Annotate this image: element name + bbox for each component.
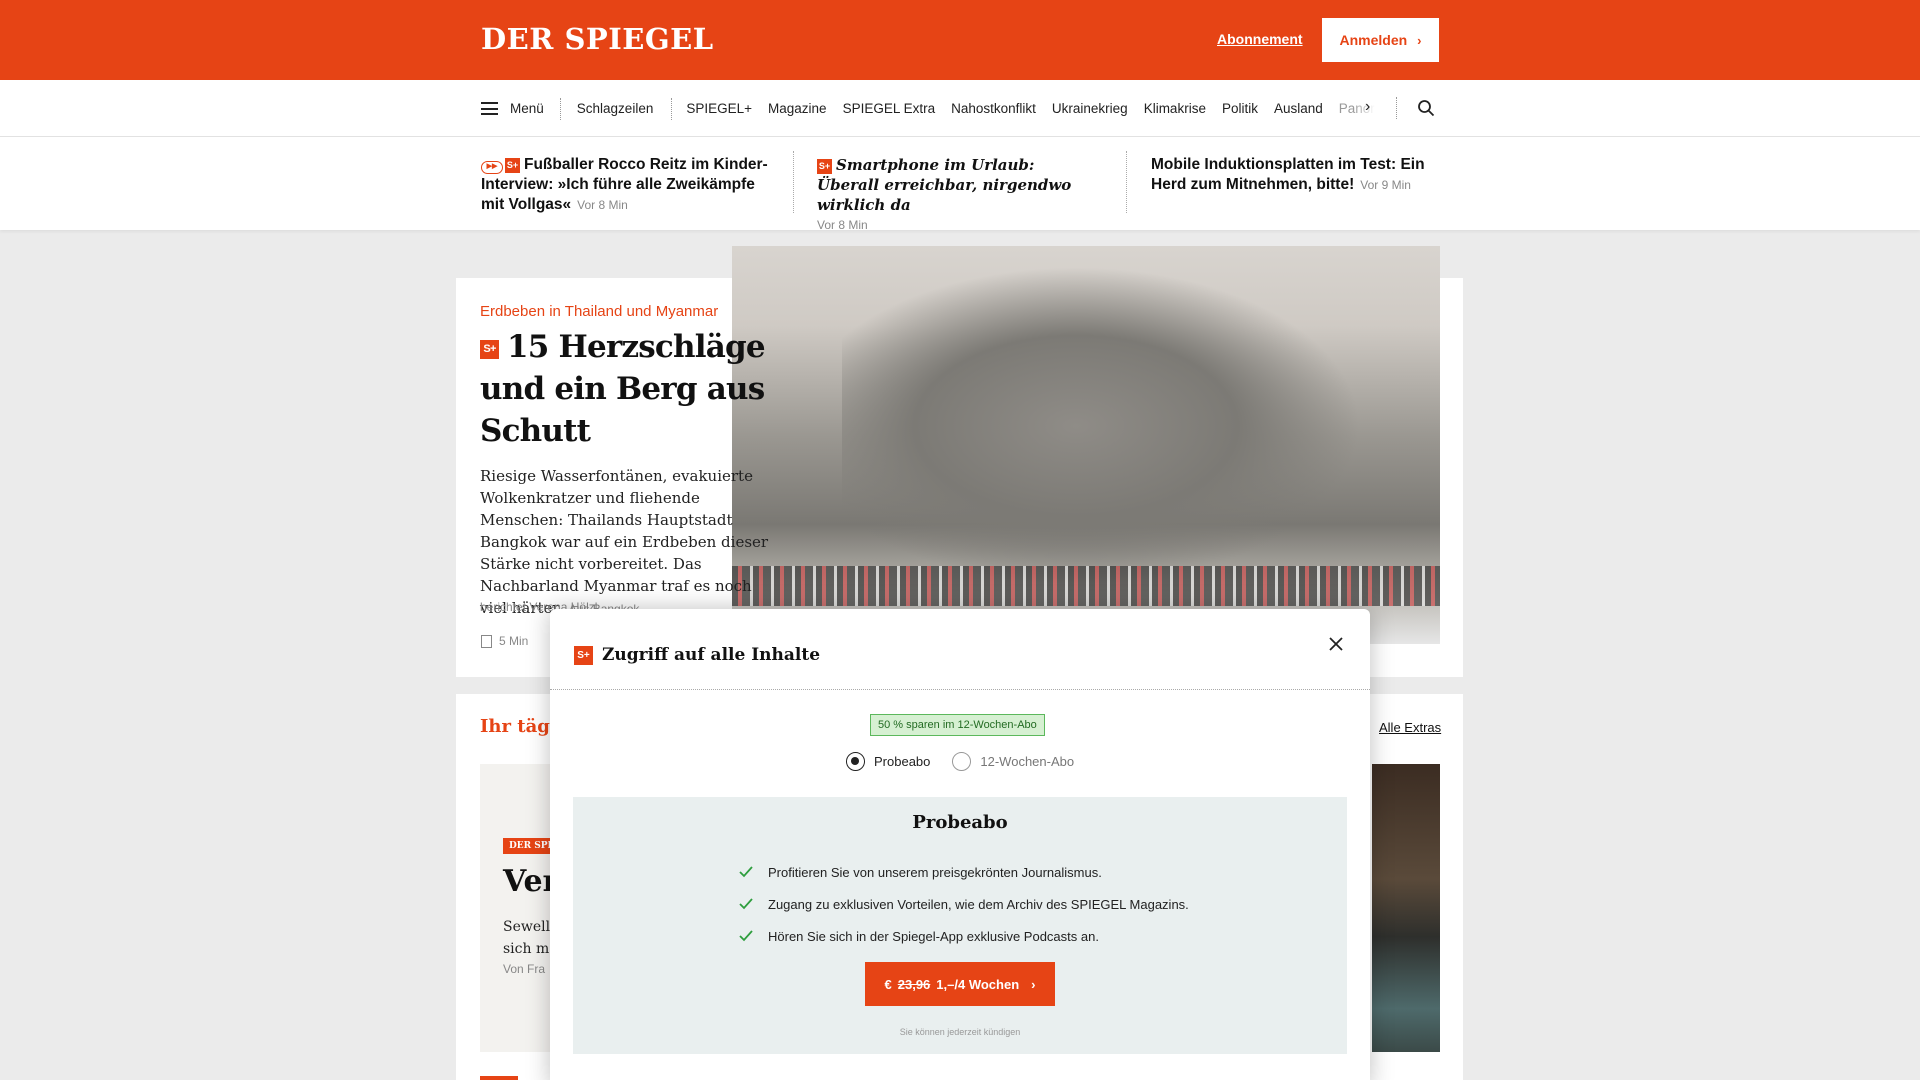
radio-selected-icon[interactable] bbox=[846, 752, 865, 771]
plan-option-label: 12-Wochen-Abo bbox=[980, 754, 1075, 769]
hamburger-icon bbox=[481, 102, 498, 115]
menu-label: Menü bbox=[510, 101, 544, 116]
spiegel-plus-badge: S+ bbox=[480, 340, 499, 359]
breaking-teaser-strip: ▶▶ S+ Fußballer Rocco Reitz im Kinder-Inte… bbox=[0, 137, 1920, 232]
benefit-item: Zugang zu exklusiven Vorteilen, wie dem … bbox=[738, 888, 1189, 920]
menu-button[interactable]: Menü bbox=[481, 101, 560, 116]
checkmark-icon bbox=[739, 930, 753, 942]
teaser-item[interactable]: ▶▶ S+ Fußballer Rocco Reitz im Kinder-Inte… bbox=[481, 155, 771, 215]
spiegel-plus-badge: S+ bbox=[505, 158, 520, 173]
cancel-note: Sie können jederzeit kündigen bbox=[899, 1027, 1021, 1037]
video-badge-icon: ▶▶ bbox=[481, 161, 503, 174]
benefit-text: Hören Sie sich in der Spiegel-App exklus… bbox=[768, 928, 1099, 944]
photo-rubble-shape bbox=[842, 266, 1362, 586]
spiegel-logo[interactable]: DER SPIEGEL bbox=[481, 22, 714, 56]
earthquake-photo[interactable] bbox=[732, 246, 1440, 644]
teaser-title: Smartphone im Urlaub: Überall erreichbar… bbox=[817, 156, 1072, 214]
benefit-item: Profitieren Sie von unserem preisgekrönt… bbox=[738, 856, 1189, 888]
subscribe-button[interactable]: € 23,96 1,–/4 Wochen › bbox=[865, 962, 1055, 1006]
nav-item-klimakrise[interactable]: Klimakrise bbox=[1144, 101, 1206, 116]
cta-old-price: 23,96 bbox=[897, 976, 931, 992]
modal-title: Zugriff auf alle Inhalte bbox=[602, 645, 821, 665]
nav-item-schlagzeilen[interactable]: Schlagzeilen bbox=[577, 101, 654, 116]
nav-item-ausland[interactable]: Ausland bbox=[1274, 101, 1323, 116]
spiegel-plus-badge: S+ bbox=[574, 645, 593, 665]
plan-option-12-wochen[interactable]: 12-Wochen-Abo bbox=[952, 752, 1074, 771]
benefit-text: Profitieren Sie von unserem preisgekrönt… bbox=[768, 864, 1102, 880]
benefit-list: Profitieren Sie von unserem preisgekrönt… bbox=[738, 856, 1189, 952]
plan-option-label: Probeabo bbox=[874, 754, 931, 769]
nav-divider bbox=[671, 97, 673, 120]
nav-divider bbox=[1396, 97, 1397, 119]
teaser-time: Vor 8 Min bbox=[817, 218, 868, 232]
article-headline[interactable]: S+ 15 Herzschläge und ein Berg aus Schutt bbox=[480, 326, 780, 452]
login-button[interactable]: Anmelden › bbox=[1322, 18, 1439, 62]
side-article-photo[interactable] bbox=[1372, 764, 1440, 1052]
teaser-time: Vor 8 Min bbox=[577, 198, 628, 212]
subscription-link[interactable]: Abonnement bbox=[1217, 31, 1303, 47]
benefit-item: Hören Sie sich in der Spiegel-App exklus… bbox=[738, 920, 1189, 952]
benefit-text: Zugang zu exklusiven Vorteilen, wie dem … bbox=[768, 896, 1189, 912]
plan-option-probeabo[interactable]: Probeabo bbox=[846, 752, 930, 771]
login-button-label: Anmelden bbox=[1339, 32, 1408, 48]
nav-divider bbox=[559, 97, 561, 120]
savings-badge: 50 % sparen im 12-Wochen-Abo bbox=[870, 714, 1045, 736]
nav-item-magazine[interactable]: Magazine bbox=[768, 101, 827, 116]
photo-rescue-workers bbox=[732, 566, 1440, 606]
chevron-right-icon[interactable]: › bbox=[1365, 98, 1370, 116]
main-navigation: Menü Schlagzeilen SPIEGEL+ Magazine SPIE… bbox=[0, 80, 1920, 137]
top-header-bar bbox=[0, 0, 1920, 80]
teaser-divider bbox=[1126, 151, 1127, 213]
lead-text: Riesige Wasserfontänen, evakuierte Wolke… bbox=[480, 467, 769, 617]
nav-item-spiegel-extra[interactable]: SPIEGEL Extra bbox=[843, 101, 936, 116]
cta-currency: € bbox=[884, 976, 892, 992]
search-icon[interactable] bbox=[1417, 99, 1435, 117]
article-kicker[interactable]: Erdbeben in Thailand und Myanmar bbox=[480, 303, 718, 320]
cta-price: 1,–/4 Wochen bbox=[936, 976, 1020, 992]
all-extras-link[interactable]: Alle Extras bbox=[1379, 720, 1441, 735]
promo-text-line: sich m bbox=[503, 941, 550, 957]
nav-item-politik[interactable]: Politik bbox=[1222, 101, 1258, 116]
headline-text: 15 Herzschläge und ein Berg aus Schutt bbox=[480, 329, 766, 449]
teaser-item[interactable]: S+ Smartphone im Urlaub: Überall erreichb… bbox=[817, 155, 1087, 235]
offer-title: Probeabo bbox=[912, 812, 1008, 833]
category-badge-strip bbox=[480, 1076, 518, 1080]
nav-item-nahostkonflikt[interactable]: Nahostkonflikt bbox=[951, 101, 1036, 116]
close-icon[interactable] bbox=[1325, 633, 1347, 655]
read-time: 5 Min bbox=[481, 634, 528, 648]
checkmark-icon bbox=[739, 898, 753, 910]
chevron-right-icon: › bbox=[1417, 32, 1422, 48]
promo-text-line: Sewell bbox=[503, 919, 551, 935]
nav-item-spiegel-plus[interactable]: SPIEGEL+ bbox=[686, 101, 752, 116]
modal-header: S+ Zugriff auf alle Inhalte bbox=[574, 645, 820, 665]
spiegel-plus-badge: S+ bbox=[817, 159, 832, 174]
article-lead[interactable]: Riesige Wasserfontänen, evakuierte Wolke… bbox=[480, 465, 770, 620]
checkmark-icon bbox=[739, 866, 753, 878]
teaser-divider bbox=[793, 151, 794, 213]
document-icon bbox=[481, 634, 492, 648]
radio-unselected-icon[interactable] bbox=[952, 752, 972, 771]
teaser-item[interactable]: Mobile Induktionsplatten im Test: Ein He… bbox=[1151, 155, 1441, 195]
promo-author: Von Fra bbox=[503, 962, 546, 976]
plan-selector: Probeabo 12-Wochen-Abo bbox=[846, 752, 1074, 771]
read-time-value: 5 Min bbox=[499, 634, 529, 648]
nav-item-ukrainekrieg[interactable]: Ukrainekrieg bbox=[1052, 101, 1128, 116]
teaser-time: Vor 9 Min bbox=[1360, 178, 1411, 192]
modal-divider bbox=[550, 689, 1370, 690]
chevron-right-icon: › bbox=[1031, 976, 1036, 992]
